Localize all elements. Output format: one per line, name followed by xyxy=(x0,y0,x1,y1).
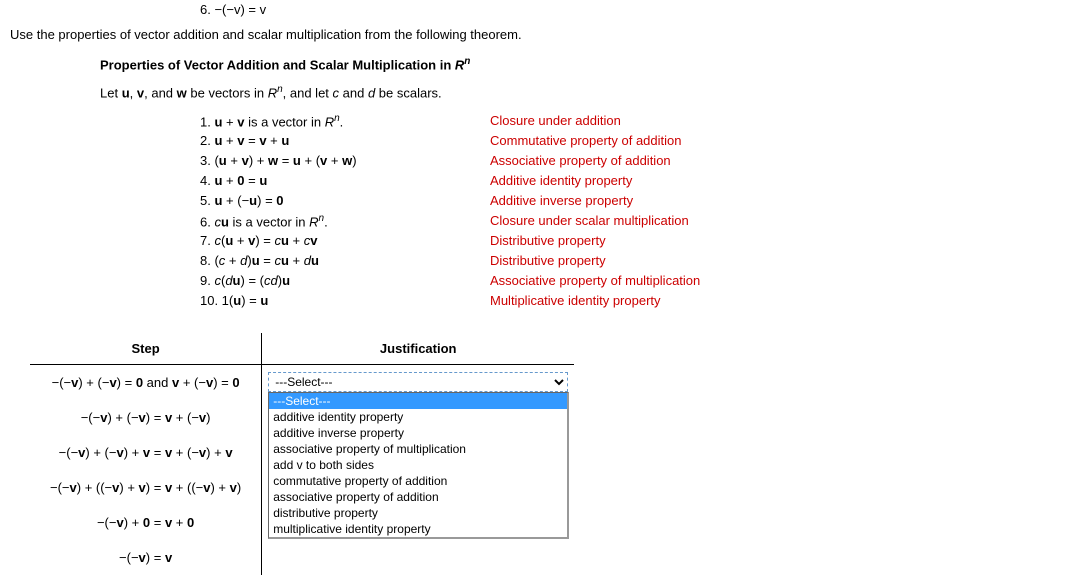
theorem-title-prefix: Properties of Vector Addition and Scalar… xyxy=(100,57,455,72)
prop-name-10: Multiplicative identity property xyxy=(490,293,700,311)
step-2: −(−v) + (−v) = v + (−v) xyxy=(30,400,262,435)
prop-eq-7: 7. c(u + v) = cu + cv xyxy=(200,233,490,251)
prop-eq-6: 6. cu is a vector in Rn. xyxy=(200,213,490,231)
prop-eq-10: 10. 1(u) = u xyxy=(200,293,490,311)
prop-eq-3: 3. (u + v) + w = u + (v + w) xyxy=(200,153,490,171)
prop-name-2: Commutative property of addition xyxy=(490,133,700,151)
option-additive-identity[interactable]: additive identity property xyxy=(269,409,567,425)
proof-table: Step Justification −(−v) + (−v) = 0 and … xyxy=(30,333,574,575)
option-associative-add[interactable]: associative property of addition xyxy=(269,489,567,505)
prop-eq-5: 5. u + (−u) = 0 xyxy=(200,193,490,211)
dropdown-options-list: ---Select--- additive identity property … xyxy=(268,392,569,539)
option-additive-inverse[interactable]: additive inverse property xyxy=(269,425,567,441)
prop-name-7: Distributive property xyxy=(490,233,700,251)
prop-name-5: Additive inverse property xyxy=(490,193,700,211)
let-statement: Let u, v, and w be vectors in Rn, and le… xyxy=(100,84,1068,100)
let-R: R xyxy=(268,86,277,101)
step-5: −(−v) + 0 = v + 0 xyxy=(30,505,262,540)
option-select-placeholder[interactable]: ---Select--- xyxy=(269,393,567,409)
let-w: w xyxy=(177,86,187,101)
header-justification: Justification xyxy=(262,333,575,365)
theorem-title-R: R xyxy=(455,57,464,72)
properties-grid: 1. u + v is a vector in Rn. 2. u + v = v… xyxy=(200,111,1068,313)
option-add-v-both-sides[interactable]: add v to both sides xyxy=(269,457,567,473)
prop-name-8: Distributive property xyxy=(490,253,700,271)
theorem-title-sup: n xyxy=(464,56,470,67)
prop-name-9: Associative property of multiplication xyxy=(490,273,700,291)
let-sep1: , xyxy=(130,86,137,101)
prop-name-3: Associative property of addition xyxy=(490,153,700,171)
let-mid: be vectors in xyxy=(187,86,268,101)
prop-name-1: Closure under addition xyxy=(490,113,700,131)
instruction-text: Use the properties of vector addition an… xyxy=(10,27,1068,42)
let-and: and xyxy=(339,86,368,101)
prop-eq-9: 9. c(du) = (cd)u xyxy=(200,273,490,291)
step-1: −(−v) + (−v) = 0 and v + (−v) = 0 xyxy=(30,364,262,400)
prop-eq-1: 1. u + v is a vector in Rn. xyxy=(200,113,490,131)
prop-eq-8: 8. (c + d)u = cu + du xyxy=(200,253,490,271)
justification-select-1[interactable]: ---Select--- xyxy=(268,372,568,392)
problem-item-6: 6. −(−v) = v xyxy=(200,2,1068,17)
header-step: Step xyxy=(30,333,262,365)
let-prefix: Let xyxy=(100,86,122,101)
let-sep2: , and xyxy=(144,86,177,101)
step-3: −(−v) + (−v) + v = v + (−v) + v xyxy=(30,435,262,470)
option-associative-mult[interactable]: associative property of multiplication xyxy=(269,441,567,457)
option-multiplicative-identity[interactable]: multiplicative identity property xyxy=(269,521,567,537)
prop-eq-2: 2. u + v = v + u xyxy=(200,133,490,151)
let-sep3: , and let xyxy=(283,86,333,101)
let-end: be scalars. xyxy=(375,86,441,101)
prop-eq-4: 4. u + 0 = u xyxy=(200,173,490,191)
step-4: −(−v) + ((−v) + v) = v + ((−v) + v) xyxy=(30,470,262,505)
step-6: −(−v) = v xyxy=(30,540,262,575)
let-u: u xyxy=(122,86,130,101)
prop-name-4: Additive identity property xyxy=(490,173,700,191)
prop-name-6: Closure under scalar multiplication xyxy=(490,213,700,231)
theorem-title: Properties of Vector Addition and Scalar… xyxy=(100,56,1068,72)
option-distributive[interactable]: distributive property xyxy=(269,505,567,521)
option-commutative-add[interactable]: commutative property of addition xyxy=(269,473,567,489)
